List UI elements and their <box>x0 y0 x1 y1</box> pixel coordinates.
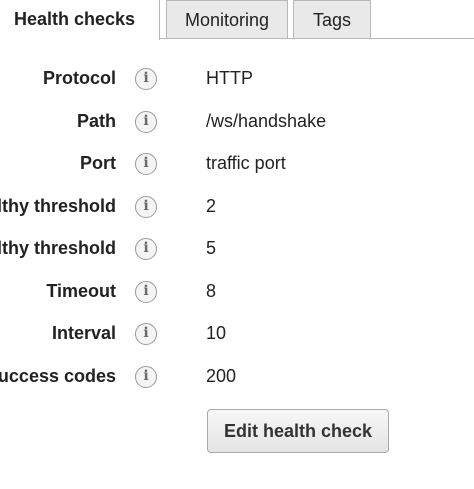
tab-bar: Health checks Monitoring Tags <box>0 0 474 40</box>
detail-row-interval: Interval i 10 <box>0 313 474 355</box>
info-icon[interactable]: i <box>135 323 157 345</box>
detail-label: Port <box>80 153 116 173</box>
tab-monitoring[interactable]: Monitoring <box>166 0 288 38</box>
detail-value: HTTP <box>206 68 253 88</box>
edit-health-check-button[interactable]: Edit health check <box>207 409 389 453</box>
tab-tags[interactable]: Tags <box>293 0 371 38</box>
info-icon[interactable]: i <box>135 238 157 260</box>
detail-value: 5 <box>206 238 217 258</box>
detail-row-healthy-threshold: Healthy threshold i 2 <box>0 186 474 228</box>
detail-label: Timeout <box>46 281 116 301</box>
detail-value: 10 <box>206 323 227 343</box>
info-icon[interactable]: i <box>135 111 157 133</box>
detail-label: Interval <box>51 323 116 343</box>
info-icon[interactable]: i <box>135 68 157 90</box>
detail-label: Path <box>76 111 116 131</box>
detail-value: /ws/handshake <box>206 111 327 131</box>
detail-label: Success codes <box>0 366 116 386</box>
detail-row-path: Path i /ws/handshake <box>0 101 474 143</box>
detail-value: 8 <box>206 281 217 301</box>
tab-health-checks[interactable]: Health checks <box>0 0 160 40</box>
detail-row-unhealthy-threshold: Unhealthy threshold i 5 <box>0 228 474 270</box>
detail-row-timeout: Timeout i 8 <box>0 271 474 313</box>
detail-label: Unhealthy threshold <box>0 238 116 258</box>
detail-row-protocol: Protocol i HTTP <box>0 58 474 100</box>
health-check-panel: Health checks Monitoring Tags Protocol i… <box>0 0 474 489</box>
detail-value: traffic port <box>206 153 286 173</box>
info-icon[interactable]: i <box>135 366 157 388</box>
detail-label: Healthy threshold <box>0 196 116 216</box>
detail-row-success-codes: Success codes i 200 <box>0 356 474 398</box>
detail-label: Protocol <box>42 68 116 88</box>
detail-value: 2 <box>206 196 217 216</box>
info-icon[interactable]: i <box>135 153 157 175</box>
detail-value: 200 <box>206 366 237 386</box>
info-icon[interactable]: i <box>135 281 157 303</box>
info-icon[interactable]: i <box>135 196 157 218</box>
detail-row-port: Port i traffic port <box>0 143 474 185</box>
